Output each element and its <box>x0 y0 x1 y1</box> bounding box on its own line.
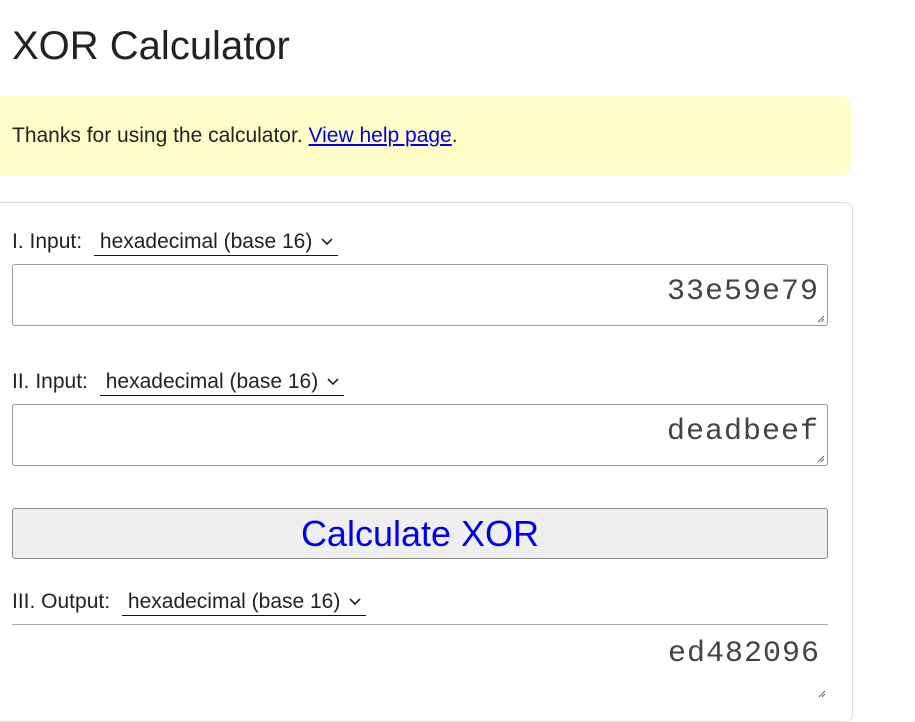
input2-row: II. Input: hexadecimal (base 16) <box>12 368 345 396</box>
page-title: XOR Calculator <box>12 24 290 68</box>
input2-value: deadbeef <box>666 415 819 449</box>
calculate-xor-button[interactable]: Calculate XOR <box>12 508 828 559</box>
output-row: III. Output: hexadecimal (base 16) <box>12 588 367 616</box>
chevron-down-icon <box>349 598 361 606</box>
input1-label: I. Input: <box>12 230 83 253</box>
output-label: III. Output: <box>12 590 111 613</box>
output-textarea[interactable]: ed482096 <box>12 624 828 698</box>
output-base-value: hexadecimal (base 16) <box>127 590 341 613</box>
input1-textarea[interactable]: 33e59e79 <box>12 264 828 326</box>
resize-grip-icon[interactable] <box>816 688 826 698</box>
input2-base-select[interactable]: hexadecimal (base 16) <box>99 369 345 396</box>
help-page-link[interactable]: View help page <box>309 124 452 147</box>
resize-grip-icon[interactable] <box>815 453 825 463</box>
notice-banner: Thanks for using the calculator. View he… <box>0 96 851 176</box>
notice-suffix: . <box>451 124 458 147</box>
output-base-select[interactable]: hexadecimal (base 16) <box>121 589 367 616</box>
input2-textarea[interactable]: deadbeef <box>12 404 828 466</box>
chevron-down-icon <box>321 238 333 246</box>
output-value: ed482096 <box>667 637 820 671</box>
notice-text: Thanks for using the calculator. <box>12 124 309 147</box>
input1-value: 33e59e79 <box>666 275 819 309</box>
input1-row: I. Input: hexadecimal (base 16) <box>12 228 339 256</box>
input2-label: II. Input: <box>12 370 88 393</box>
chevron-down-icon <box>327 378 339 386</box>
resize-grip-icon[interactable] <box>815 313 825 323</box>
input2-base-value: hexadecimal (base 16) <box>105 370 319 393</box>
input1-base-select[interactable]: hexadecimal (base 16) <box>93 229 339 256</box>
input1-base-value: hexadecimal (base 16) <box>99 230 313 253</box>
